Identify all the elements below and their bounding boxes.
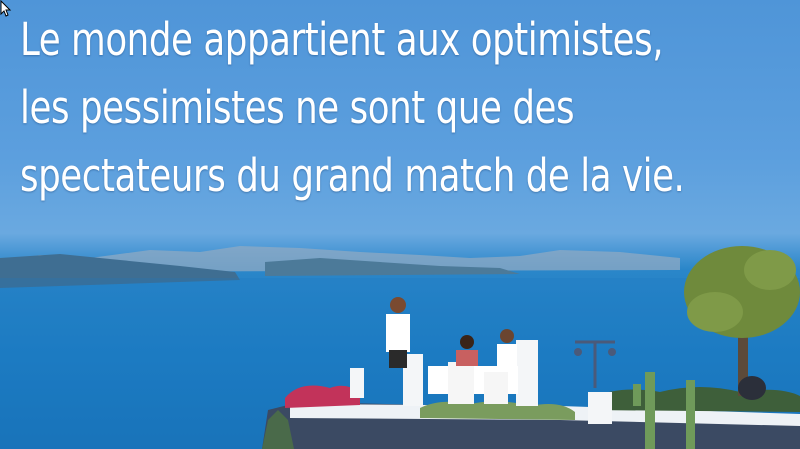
lantern xyxy=(350,368,364,398)
person-head xyxy=(460,335,474,349)
tree-canopy xyxy=(687,292,743,332)
person-waiter xyxy=(389,350,407,368)
candelabra xyxy=(608,348,616,356)
person-waiter xyxy=(386,314,410,352)
chair xyxy=(448,362,474,404)
person-woman xyxy=(456,350,478,366)
lantern xyxy=(516,340,538,406)
person-head xyxy=(390,297,406,313)
bushes xyxy=(420,401,575,420)
quote-line-3: spectateurs du grand match de la vie. xyxy=(20,149,685,202)
mouse-cursor-icon xyxy=(0,0,12,17)
quote-text: Le monde appartient aux optimistes, les … xyxy=(20,6,790,210)
cactus xyxy=(633,384,641,406)
candelabra xyxy=(574,348,582,356)
tree-canopy xyxy=(744,250,796,290)
cactus xyxy=(686,380,695,449)
chair xyxy=(484,372,508,404)
lantern xyxy=(588,392,612,424)
person-man xyxy=(497,344,517,370)
cactus xyxy=(645,372,655,449)
planter xyxy=(738,376,766,400)
quote-line-2: les pessimistes ne sont que des xyxy=(20,81,575,134)
person-head xyxy=(500,329,514,343)
quote-image: Le monde appartient aux optimistes, les … xyxy=(0,0,800,449)
quote-line-1: Le monde appartient aux optimistes, xyxy=(20,13,664,66)
